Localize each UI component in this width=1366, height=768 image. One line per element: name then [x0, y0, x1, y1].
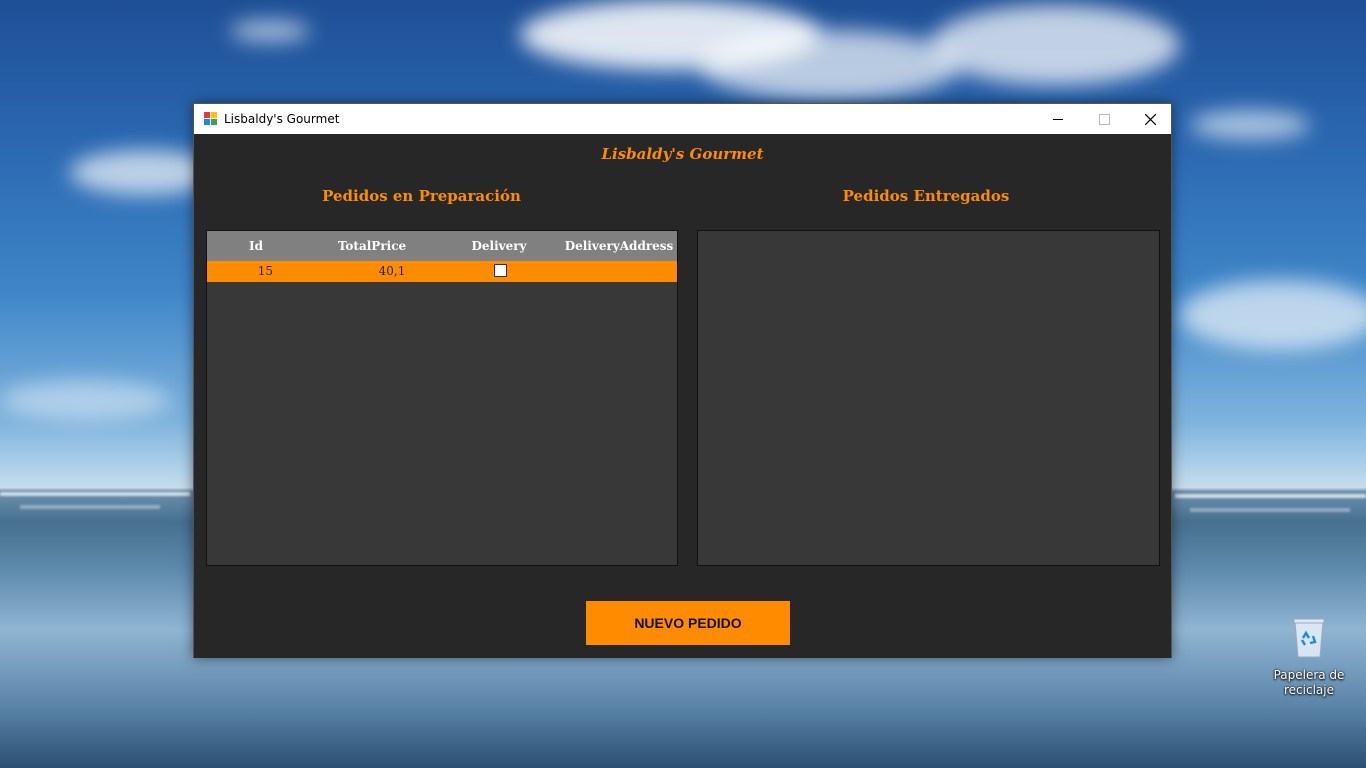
- desktop-wallpaper: Lisbaldy's Gourmet Lisbaldy's Gourmet Pe…: [0, 0, 1366, 768]
- section-title-preparation: Pedidos en Preparación: [322, 187, 521, 205]
- cloud: [930, 5, 1180, 85]
- wave: [20, 505, 160, 509]
- cloud: [1190, 110, 1310, 140]
- maximize-icon: [1098, 113, 1110, 125]
- cloud: [0, 380, 170, 420]
- column-header-delivery[interactable]: Delivery: [439, 231, 559, 261]
- maximize-button[interactable]: [1081, 104, 1127, 134]
- close-icon: [1144, 113, 1156, 125]
- recycle-bin-label: Papelera de reciclaje: [1273, 668, 1345, 697]
- app-window: Lisbaldy's Gourmet Lisbaldy's Gourmet Pe…: [193, 103, 1172, 658]
- window-client-area: Lisbaldy's Gourmet Pedidos en Preparació…: [194, 134, 1171, 658]
- wave: [1175, 494, 1366, 498]
- column-header-total-price[interactable]: TotalPrice: [305, 231, 439, 261]
- cell-id[interactable]: 15: [207, 261, 273, 282]
- table-row[interactable]: 15 40,1: [207, 261, 677, 282]
- delivered-orders-grid[interactable]: [697, 230, 1160, 566]
- close-button[interactable]: [1127, 104, 1173, 134]
- window-title: Lisbaldy's Gourmet: [224, 112, 340, 126]
- recycle-bin-icon: [1292, 616, 1326, 658]
- wave: [1190, 508, 1350, 512]
- cell-total-price[interactable]: 40,1: [305, 261, 439, 282]
- app-icon: [204, 112, 217, 125]
- orders-in-preparation-grid[interactable]: Id TotalPrice Delivery DeliveryAddress 1…: [206, 230, 678, 566]
- app-heading: Lisbaldy's Gourmet: [601, 145, 764, 163]
- new-order-button[interactable]: NUEVO PEDIDO: [586, 601, 790, 645]
- recycle-bin-shortcut[interactable]: Papelera de reciclaje: [1266, 616, 1352, 698]
- cloud: [1180, 280, 1366, 350]
- column-header-delivery-address[interactable]: DeliveryAddress: [559, 231, 677, 261]
- grid-header: Id TotalPrice Delivery DeliveryAddress: [207, 231, 677, 261]
- cloud: [230, 20, 310, 42]
- title-bar[interactable]: Lisbaldy's Gourmet: [194, 104, 1171, 134]
- delivery-checkbox[interactable]: [494, 264, 507, 277]
- minimize-button[interactable]: [1035, 104, 1081, 134]
- section-title-delivered: Pedidos Entregados: [842, 187, 1010, 205]
- wave: [0, 492, 190, 496]
- column-header-id[interactable]: Id: [207, 231, 305, 261]
- cloud: [700, 30, 960, 100]
- minimize-icon: [1053, 118, 1063, 120]
